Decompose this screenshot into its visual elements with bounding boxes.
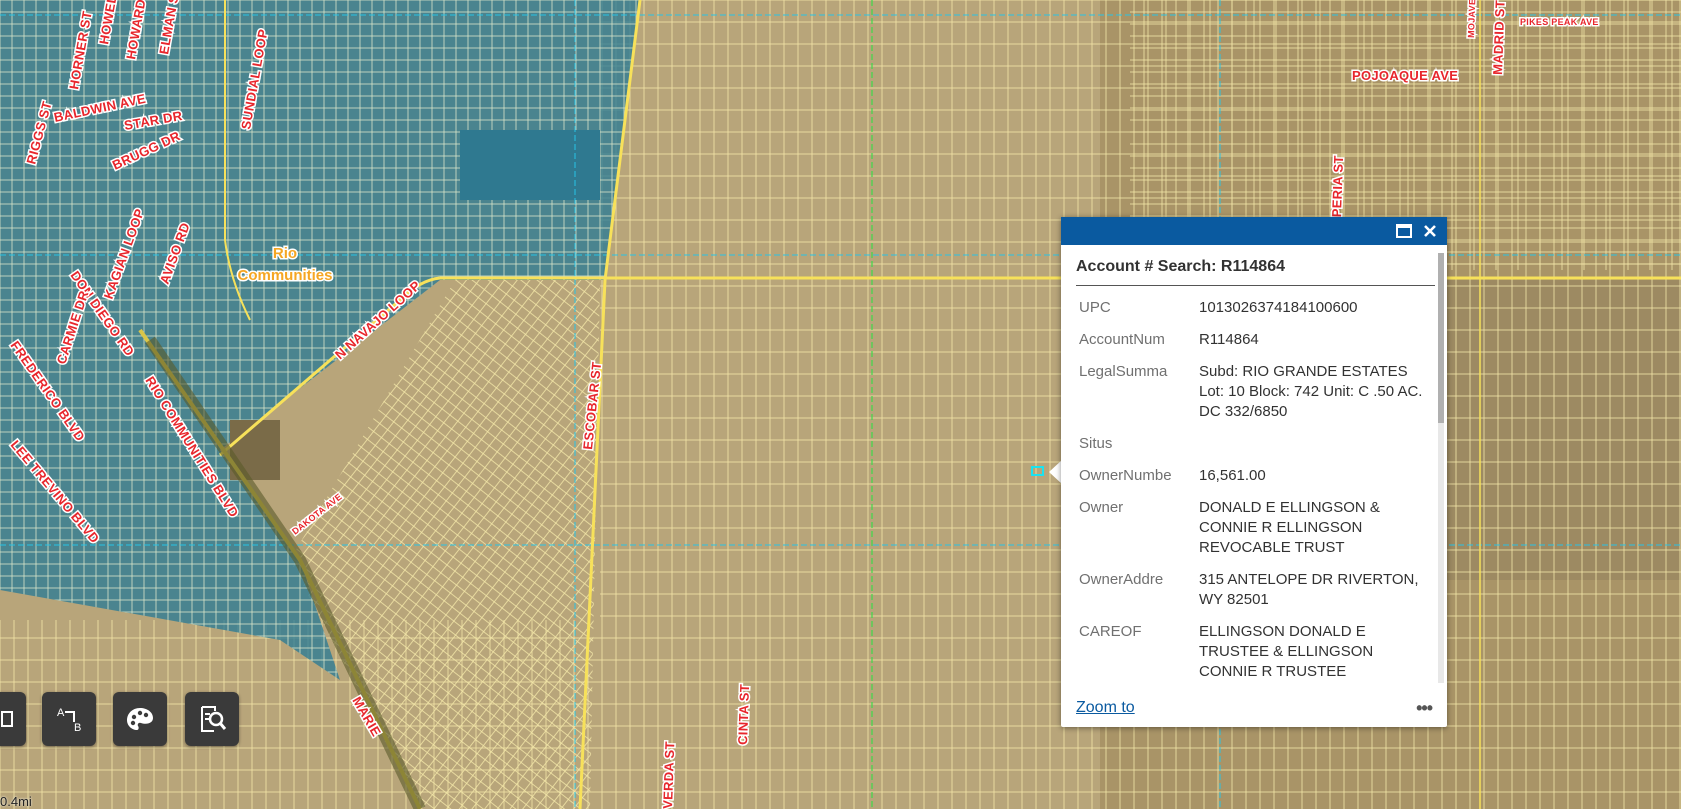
maximize-button[interactable] bbox=[1391, 219, 1417, 243]
road-label-verda: VERDA ST bbox=[660, 741, 677, 809]
attribute-row: CAREOF ELLINGSON DONALD E TRUSTEE & ELLIN… bbox=[1076, 616, 1431, 687]
popup-body[interactable]: Account # Search: R114864 UPC 10130263741… bbox=[1076, 245, 1435, 687]
palette-icon bbox=[127, 708, 153, 730]
info-popup: Account # Search: R114864 UPC 10130263741… bbox=[1061, 217, 1447, 727]
attribute-key: Owner bbox=[1079, 499, 1124, 516]
scale-bar: 0.4mi bbox=[0, 794, 32, 809]
attribute-key: UPC bbox=[1079, 299, 1111, 316]
attribute-row: OwnerAddre 315 ANTELOPE DR RIVERTON, WY 8… bbox=[1076, 564, 1431, 616]
scrollbar-thumb[interactable] bbox=[1438, 253, 1444, 423]
attribute-key: LegalSumma bbox=[1079, 363, 1168, 380]
attribute-key: OwnerNumbe bbox=[1079, 467, 1172, 484]
basemap-gallery-button[interactable] bbox=[113, 692, 167, 746]
popup-scrollbar[interactable] bbox=[1438, 253, 1444, 683]
document-search-icon bbox=[201, 706, 227, 732]
search-tool-button[interactable] bbox=[185, 692, 239, 746]
more-actions-button[interactable]: ••• bbox=[1416, 698, 1433, 719]
attribute-value: ELLINGSON DONALD E TRUSTEE & ELLINGSON C… bbox=[1199, 623, 1374, 680]
close-icon bbox=[1424, 225, 1436, 237]
attribute-row: AccountNum R114864 bbox=[1076, 324, 1431, 356]
scale-label: 0.4mi bbox=[0, 794, 32, 809]
attribute-key: CAREOF bbox=[1079, 623, 1142, 640]
text-draw-icon: A B bbox=[57, 707, 81, 734]
attribute-key: AccountNum bbox=[1079, 331, 1165, 348]
attribute-value: DONALD E ELLINGSON & CONNIE R ELLINGSON … bbox=[1199, 499, 1380, 556]
attribute-value bbox=[1196, 428, 1431, 460]
road-label-pojoaque: POJOAQUE AVE bbox=[1352, 68, 1458, 83]
layer-list-button[interactable] bbox=[0, 692, 26, 746]
close-button[interactable] bbox=[1417, 219, 1443, 243]
popup-header bbox=[1061, 217, 1447, 245]
attribute-table: UPC 1013026374184100600 AccountNum R114864 L… bbox=[1076, 292, 1431, 687]
attribute-key: Situs bbox=[1079, 435, 1113, 452]
road-label-mojave: MOJAVE bbox=[1466, 0, 1477, 38]
svg-text:A: A bbox=[57, 707, 65, 719]
draw-button[interactable]: A B bbox=[42, 692, 96, 746]
road-label-madrid: MADRID ST bbox=[1490, 0, 1508, 75]
place-label-rio: Rio bbox=[273, 245, 297, 262]
attribute-value: 1013026374184100600 bbox=[1199, 299, 1358, 316]
attribute-row: Situs bbox=[1076, 428, 1431, 460]
open-space-block bbox=[460, 130, 600, 200]
layers-icon bbox=[1, 711, 13, 727]
attribute-value: 315 ANTELOPE DR RIVERTON, WY 82501 bbox=[1199, 571, 1419, 608]
popup-footer: Zoom to ••• bbox=[1076, 695, 1433, 721]
attribute-key: OwnerAddre bbox=[1079, 571, 1164, 588]
maximize-icon bbox=[1396, 224, 1412, 238]
attribute-row: UPC 1013026374184100600 bbox=[1076, 292, 1431, 324]
attribute-value: Subd: RIO GRANDE ESTATES Lot: 10 Block: … bbox=[1199, 363, 1423, 420]
zoom-to-link[interactable]: Zoom to bbox=[1076, 699, 1135, 717]
attribute-value: R114864 bbox=[1199, 331, 1259, 348]
road-label-cinta: CINTA ST bbox=[735, 684, 752, 745]
road-label-pikes-peak: PIKES PEAK AVE bbox=[1520, 17, 1599, 27]
attribute-value: 16,561.00 bbox=[1199, 467, 1266, 484]
svg-text:B: B bbox=[74, 722, 81, 734]
popup-title: Account # Search: R114864 bbox=[1076, 245, 1435, 286]
attribute-row: LegalSumma Subd: RIO GRANDE ESTATES Lot: … bbox=[1076, 356, 1431, 428]
attribute-row: OwnerNumbe 16,561.00 bbox=[1076, 460, 1431, 492]
place-label-communities: Communities bbox=[237, 267, 332, 284]
attribute-row: Owner DONALD E ELLINGSON & CONNIE R ELLIN… bbox=[1076, 492, 1431, 564]
